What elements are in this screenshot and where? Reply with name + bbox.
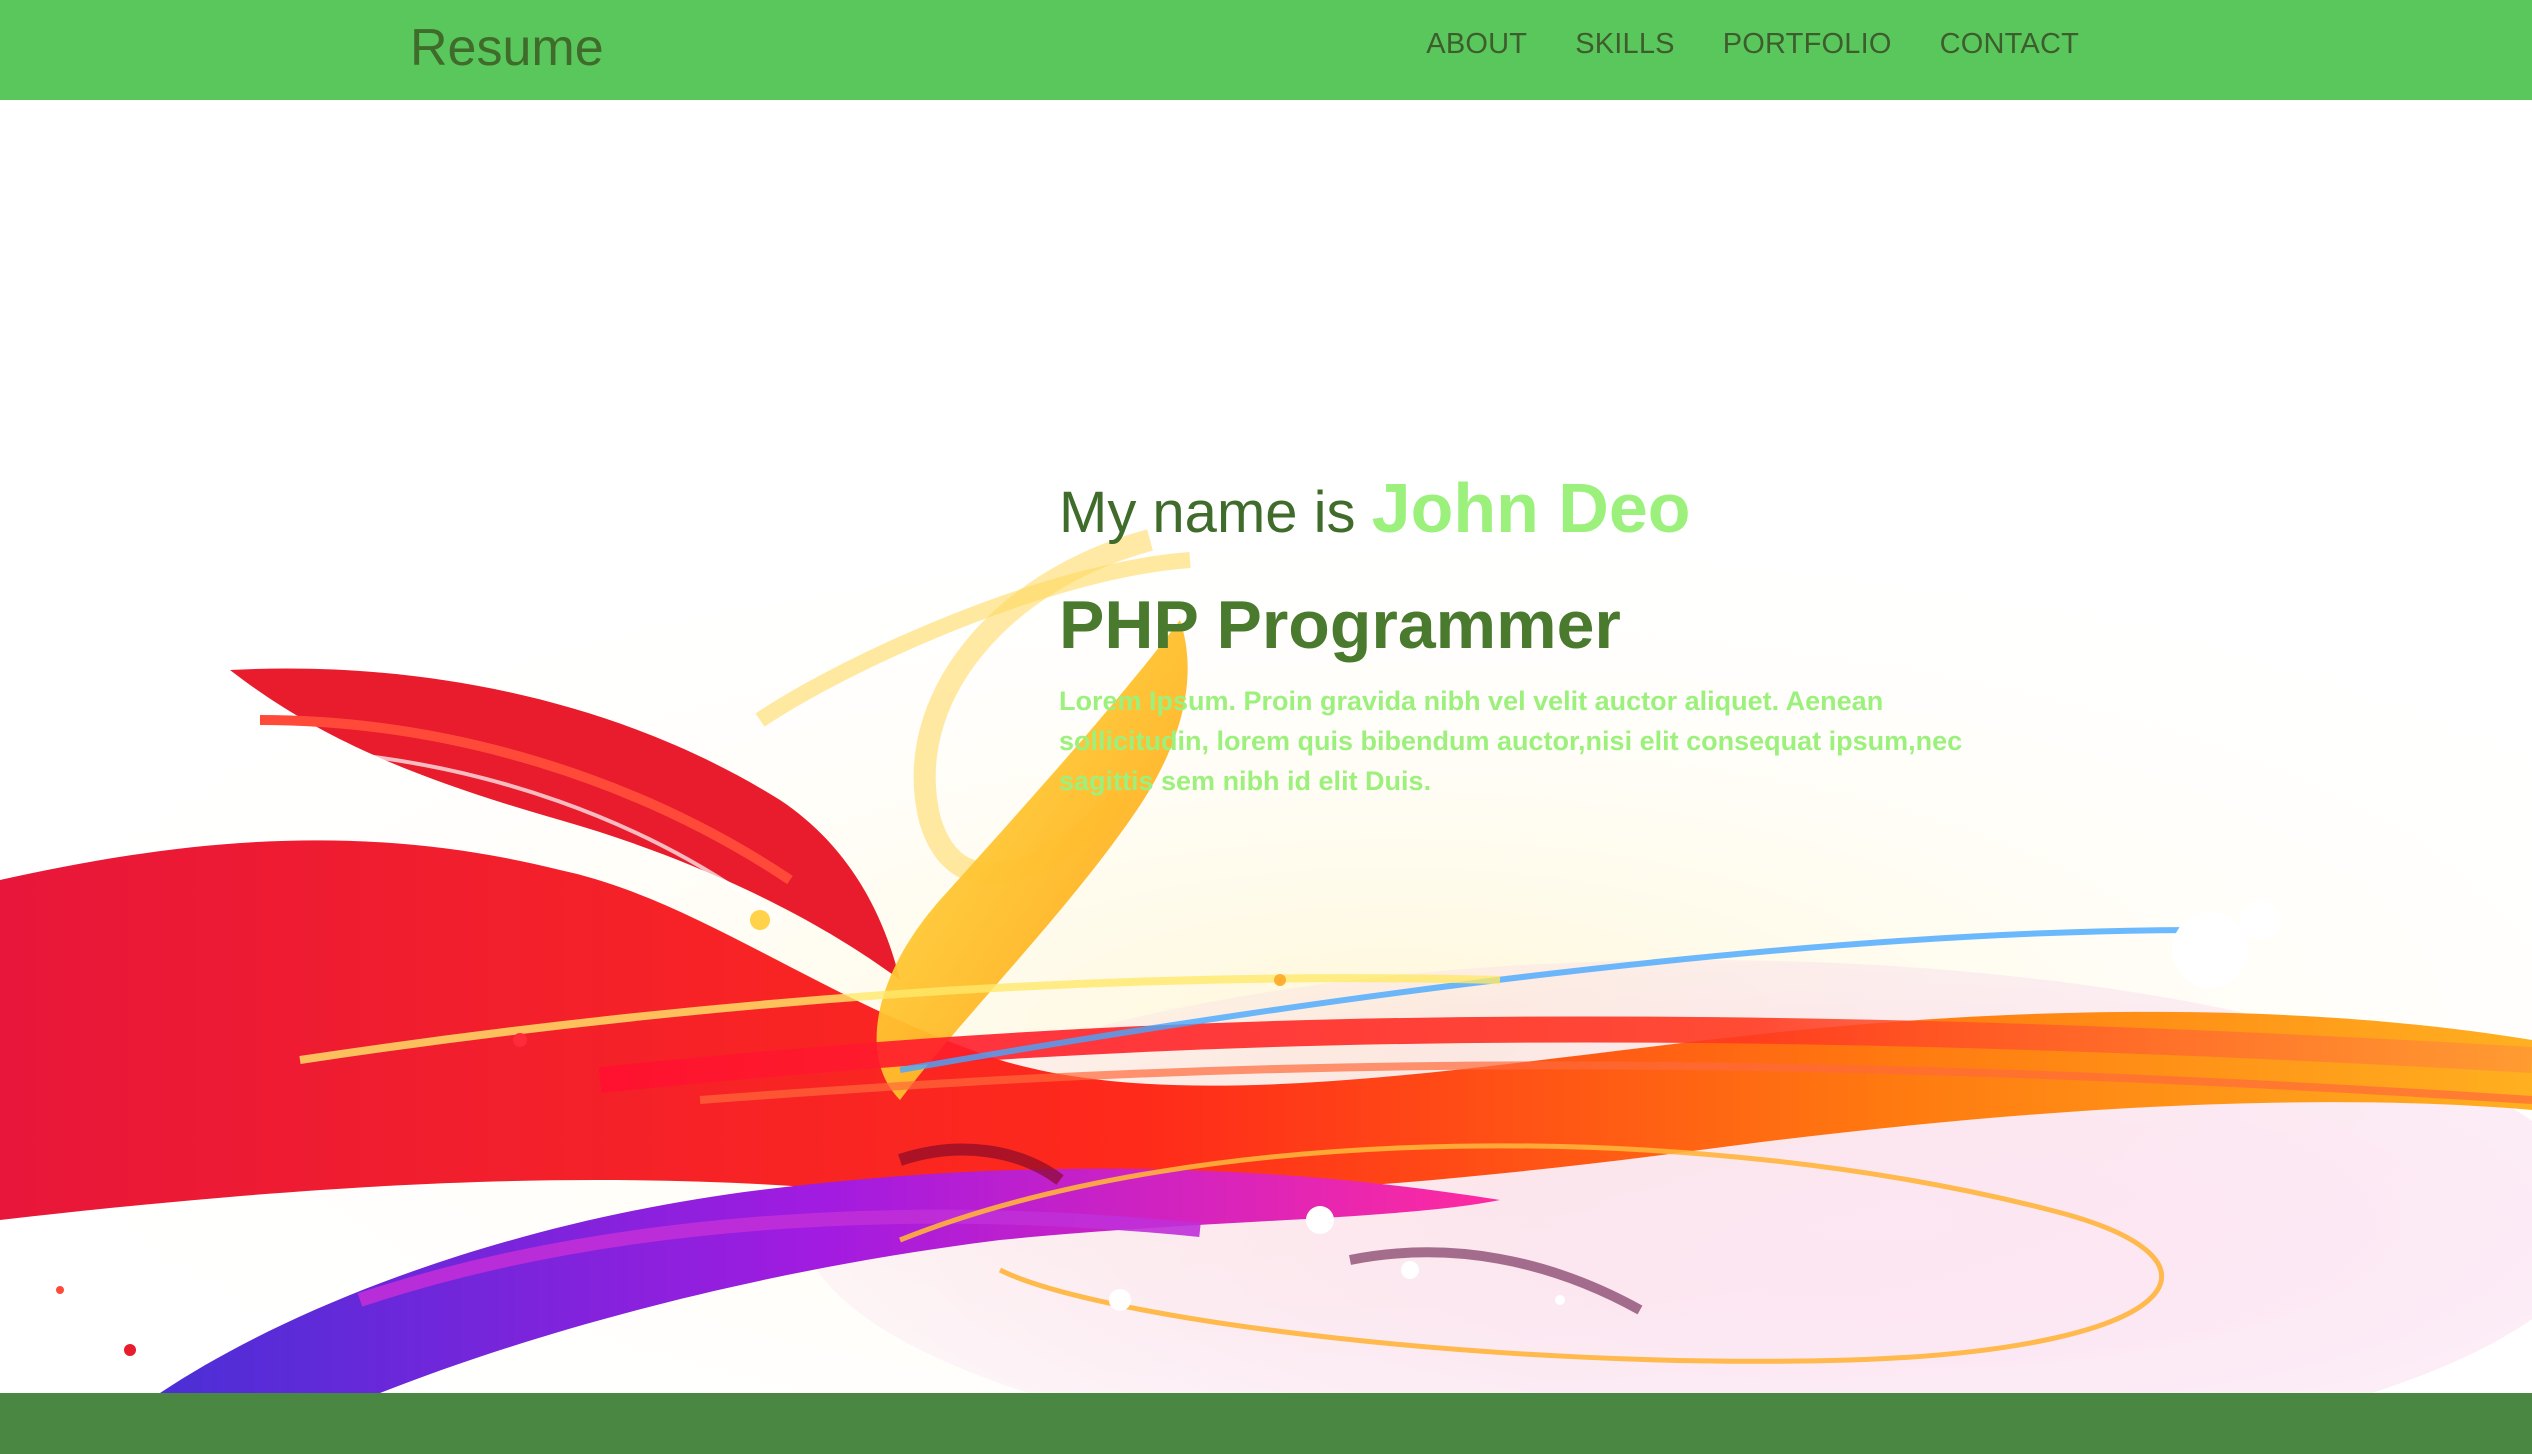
brand-logo-link[interactable]: Resume <box>410 16 604 80</box>
nav-item-contact: CONTACT <box>1940 24 2079 64</box>
nav-link-about[interactable]: ABOUT <box>1426 24 1527 64</box>
page-footer <box>0 1393 2532 1454</box>
nav-item-portfolio: PORTFOLIO <box>1723 24 1892 64</box>
resume-page: Resume ABOUT SKILLS PORTFOLIO CONTACT My… <box>0 0 2532 1454</box>
nav-link-skills[interactable]: SKILLS <box>1575 24 1675 64</box>
hero-section: My name is John Deo PHP Programmer Lorem… <box>0 100 2532 1393</box>
intro-block: My name is John Deo PHP Programmer Lorem… <box>1059 470 2019 801</box>
nav-link-contact[interactable]: CONTACT <box>1940 24 2079 64</box>
greeting-prefix: My name is <box>1059 480 1356 545</box>
nav-item-skills: SKILLS <box>1575 24 1675 64</box>
greeting-heading: My name is John Deo <box>1059 470 2019 551</box>
nav-link-portfolio[interactable]: PORTFOLIO <box>1723 24 1892 64</box>
person-name: John Deo <box>1371 469 1691 547</box>
bio-text: Lorem Ipsum. Proin gravida nibh vel veli… <box>1059 686 1963 796</box>
nav-item-about: ABOUT <box>1426 24 1527 64</box>
main-nav: ABOUT SKILLS PORTFOLIO CONTACT <box>1426 24 2079 64</box>
job-title: PHP Programmer <box>1059 587 1621 663</box>
top-navbar: Resume ABOUT SKILLS PORTFOLIO CONTACT <box>0 0 2532 100</box>
